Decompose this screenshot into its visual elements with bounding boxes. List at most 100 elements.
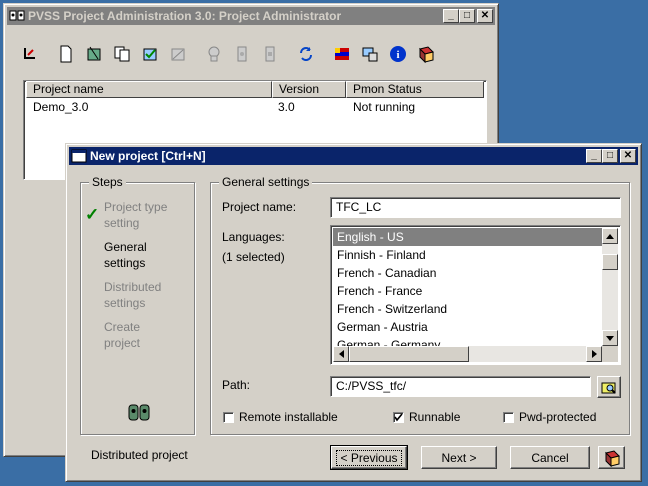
help-button[interactable] (598, 446, 625, 469)
step-project-type: Project type setting (104, 200, 168, 230)
next-button-label: Next > (441, 450, 477, 465)
app-icon (9, 10, 25, 21)
project-name-input[interactable]: TFC_LC (330, 197, 621, 218)
language-option[interactable]: Finnish - Finland (333, 246, 602, 264)
language-option[interactable]: English - US (333, 228, 602, 246)
toolbar-import-button[interactable] (16, 40, 44, 68)
remote-installable-label[interactable]: Remote installable (239, 410, 338, 424)
dialog-minimize-button[interactable]: _ (586, 149, 602, 163)
arrow-right-icon (591, 350, 597, 358)
refresh-icon (300, 47, 312, 61)
start-pmon-icon (237, 46, 247, 62)
dialog-close-button[interactable]: ✕ (620, 149, 636, 163)
runnable-label[interactable]: Runnable (409, 410, 460, 424)
cancel-button-label: Cancel (531, 450, 569, 465)
unregister-icon (171, 48, 185, 61)
arrow-left-icon (338, 350, 344, 358)
cancel-button[interactable]: Cancel (510, 446, 590, 469)
languages-horizontal-scrollbar[interactable] (333, 346, 602, 362)
column-header-project-name[interactable]: Project name (26, 81, 272, 98)
language-option[interactable]: French - Canadian (333, 264, 602, 282)
languages-label: Languages: (222, 230, 285, 244)
scroll-down-button[interactable] (602, 330, 618, 346)
column-header-version[interactable]: Version (272, 81, 346, 98)
general-settings-label: General settings (219, 175, 313, 189)
toolbar-refresh-button[interactable] (292, 40, 320, 68)
languages-vertical-scrollbar[interactable] (602, 228, 618, 346)
dialog-maximize-button[interactable]: □ (602, 149, 618, 163)
toolbar-copy-button[interactable] (108, 40, 136, 68)
checkmark-icon: ✓ (85, 205, 100, 224)
scroll-left-button[interactable] (333, 346, 349, 362)
minimize-icon: _ (591, 150, 597, 161)
minimize-button[interactable]: _ (443, 9, 459, 23)
remote-installable-checkbox[interactable] (223, 412, 234, 423)
language-option[interactable]: German - Austria (333, 318, 602, 336)
toolbar-info-button[interactable]: i (384, 40, 412, 68)
language-option[interactable]: French - France (333, 282, 602, 300)
steps-group: Steps ✓ Project type setting General set… (80, 175, 195, 435)
computer-icon (362, 47, 378, 62)
browse-folder-button[interactable] (597, 376, 621, 398)
maximize-button[interactable]: □ (459, 9, 475, 23)
dialog-title: New project [Ctrl+N] (90, 149, 206, 163)
distributed-project-label: Distributed project (91, 448, 188, 462)
toolbar-start-button[interactable] (228, 40, 256, 68)
close-button[interactable]: ✕ (477, 9, 493, 23)
scroll-up-button[interactable] (602, 228, 618, 244)
previous-button[interactable]: < Previous (330, 445, 408, 470)
arrow-up-icon (606, 233, 614, 239)
help-book-icon (419, 46, 434, 63)
copy-icon (114, 46, 130, 62)
main-titlebar[interactable]: PVSS Project Administration 3.0: Project… (7, 7, 495, 25)
next-button[interactable]: Next > (421, 446, 497, 469)
scroll-thumb[interactable] (602, 254, 618, 270)
dialog-titlebar[interactable]: New project [Ctrl+N] _ □ ✕ (69, 147, 638, 165)
version-cell: 3.0 (278, 100, 295, 114)
pwd-protected-checkbox[interactable] (503, 412, 514, 423)
close-icon: ✕ (480, 10, 490, 21)
stop-pmon-icon (265, 46, 275, 62)
horizontal-scroll-thumb[interactable] (349, 346, 469, 362)
project-name-label: Project name: (222, 200, 297, 214)
check-icon (394, 413, 403, 422)
step-create-project: Create project (104, 320, 141, 350)
wizard-icon (87, 46, 101, 61)
toolbar-console-button[interactable] (200, 40, 228, 68)
table-row[interactable]: Demo_3.0 3.0 Not running (26, 100, 484, 116)
toolbar-stop-button[interactable] (256, 40, 284, 68)
window-icon (71, 149, 87, 163)
maximize-icon: □ (463, 10, 471, 21)
column-header-pmon-status[interactable]: Pmon Status (346, 81, 484, 98)
main-title: PVSS Project Administration 3.0: Project… (28, 9, 342, 23)
toolbar-wizard-button[interactable] (80, 40, 108, 68)
pmon-status-cell: Not running (353, 100, 416, 114)
toolbar-help-button[interactable] (412, 40, 440, 68)
language-option[interactable]: French - Switzerland (333, 300, 602, 318)
languages-selected-count: (1 selected) (222, 250, 285, 264)
pwd-protected-label[interactable]: Pwd-protected (519, 410, 596, 424)
folder-search-icon (601, 382, 616, 394)
info-icon: i (390, 46, 406, 62)
runnable-checkbox[interactable] (393, 412, 404, 423)
minimize-icon: _ (448, 10, 454, 21)
step-general-settings: General settings (104, 240, 147, 270)
path-input[interactable]: C:/PVSS_tfc/ (330, 376, 591, 397)
languages-listbox[interactable]: English - US Finnish - Finland French - … (330, 225, 621, 365)
arrow-down-icon (606, 335, 614, 341)
pvss-logo-icon (128, 404, 150, 421)
steps-group-label: Steps (89, 175, 126, 189)
toolbar-register-button[interactable] (136, 40, 164, 68)
new-document-icon (60, 45, 72, 63)
new-project-dialog: New project [Ctrl+N] _ □ ✕ Steps ✓ Proje… (65, 143, 642, 482)
toolbar-unregister-button[interactable] (164, 40, 192, 68)
toolbar-new-button[interactable] (52, 40, 80, 68)
flag-icon (335, 48, 349, 60)
toolbar-language-button[interactable] (328, 40, 356, 68)
scroll-right-button[interactable] (586, 346, 602, 362)
toolbar-settings-button[interactable] (356, 40, 384, 68)
toolbar: i (16, 38, 440, 70)
general-settings-group: General settings Project name: TFC_LC La… (210, 175, 630, 435)
maximize-icon: □ (606, 150, 614, 161)
close-icon: ✕ (623, 150, 633, 161)
